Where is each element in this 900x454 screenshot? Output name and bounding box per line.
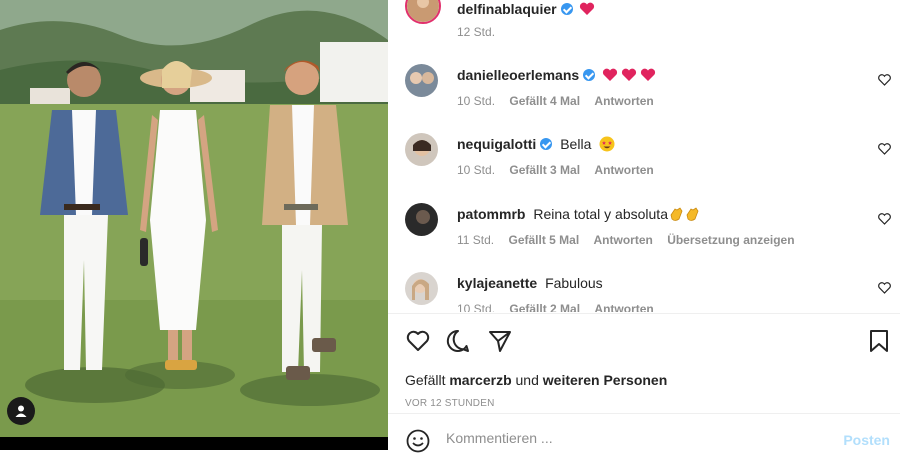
comment-meta: 10 Std. Gefällt 3 Mal Antworten [457,163,665,177]
post-button[interactable]: Posten [843,432,890,448]
comments-panel: delfinablaquier 12 Std. danielleoerleman… [388,0,900,453]
action-bar [388,322,900,362]
clapping-hands-icon [670,207,683,221]
clapping-hands-icon [686,207,699,221]
comment-likes[interactable]: Gefällt 3 Mal [509,163,580,177]
comment-username[interactable]: danielleoerlemans [457,67,579,83]
comment-time[interactable]: 11 Std. [457,233,494,247]
heart-outline-icon[interactable] [878,74,891,86]
comment-body: Fabulous [545,275,603,291]
instagram-post-view: delfinablaquier 12 Std. danielleoerleman… [0,0,900,453]
author-avatar[interactable] [405,0,441,24]
red-heart-icon [602,68,618,81]
red-heart-icon [621,68,637,81]
divider [388,313,900,314]
comment-list[interactable]: delfinablaquier 12 Std. danielleoerleman… [388,0,900,312]
comment-text: danielleoerlemans [457,66,656,84]
comment-time[interactable]: 10 Std. [457,302,495,312]
share-icon[interactable] [487,328,513,354]
post-photo[interactable] [0,0,388,437]
comment-username[interactable]: kylajeanette [457,275,537,291]
caption-meta: 12 Std. [457,25,506,39]
author-username[interactable]: delfinablaquier [457,1,557,17]
divider [388,413,900,414]
likes-others-link[interactable]: weiteren Personen [543,372,668,388]
caption-time: 12 Std. [457,25,496,39]
caption-text: delfinablaquier [457,0,595,18]
user-tag-icon [15,405,27,417]
user-tag-button[interactable] [7,397,35,425]
comment-likes[interactable]: Gefällt 2 Mal [509,302,580,312]
bookmark-icon[interactable] [866,328,892,354]
likes-joiner: und [515,372,539,388]
commenter-avatar[interactable] [405,203,438,236]
post-timestamp[interactable]: VOR 12 STUNDEN [405,398,495,409]
comment-text: patommrb Reina total y absoluta [457,205,700,223]
emoji-icon[interactable] [405,428,431,454]
comment-body: Bella [560,136,592,152]
verified-badge-icon [540,138,553,150]
commenter-avatar[interactable] [405,272,438,305]
comment-username[interactable]: patommrb [457,206,525,222]
comment-time[interactable]: 10 Std. [457,94,495,108]
comment-composer: Posten [388,424,900,453]
comment-meta: 10 Std. Gefällt 2 Mal Antworten [457,302,665,312]
heart-outline-icon[interactable] [878,143,891,155]
comment-text: kylajeanette Fabulous [457,274,603,292]
verified-badge-icon [560,3,573,15]
comment-text: nequigalotti Bella [457,135,615,153]
reply-button[interactable]: Antworten [594,163,653,177]
likes-summary: Gefällt marcerzb und weiteren Personen [405,372,667,388]
comment-likes[interactable]: Gefällt 4 Mal [509,94,580,108]
red-heart-icon [640,68,656,81]
reply-button[interactable]: Antworten [594,94,653,108]
comment-input[interactable] [446,430,826,446]
comment-meta: 10 Std. Gefällt 4 Mal Antworten [457,94,665,108]
likes-prefix: Gefällt [405,372,446,388]
liker-username[interactable]: marcerzb [449,372,511,388]
commenter-avatar[interactable] [405,64,438,97]
heart-outline-icon[interactable] [878,282,891,294]
star-struck-emoji-icon [599,136,615,152]
red-heart-icon [580,2,595,15]
comment-body: Reina total y absoluta [533,206,668,222]
post-media [0,0,388,450]
comment-icon[interactable] [445,328,471,354]
verified-badge-icon [583,69,596,81]
reply-button[interactable]: Antworten [594,233,653,247]
comment-meta: 11 Std. Gefällt 5 Mal Antworten Übersetz… [457,233,806,247]
commenter-avatar[interactable] [405,133,438,166]
translate-button[interactable]: Übersetzung anzeigen [667,233,794,247]
comment-likes[interactable]: Gefällt 5 Mal [508,233,579,247]
heart-outline-icon[interactable] [878,213,891,225]
comment-time[interactable]: 10 Std. [457,163,495,177]
reply-button[interactable]: Antworten [594,302,653,312]
comment-username[interactable]: nequigalotti [457,136,536,152]
like-heart-icon[interactable] [405,328,431,354]
